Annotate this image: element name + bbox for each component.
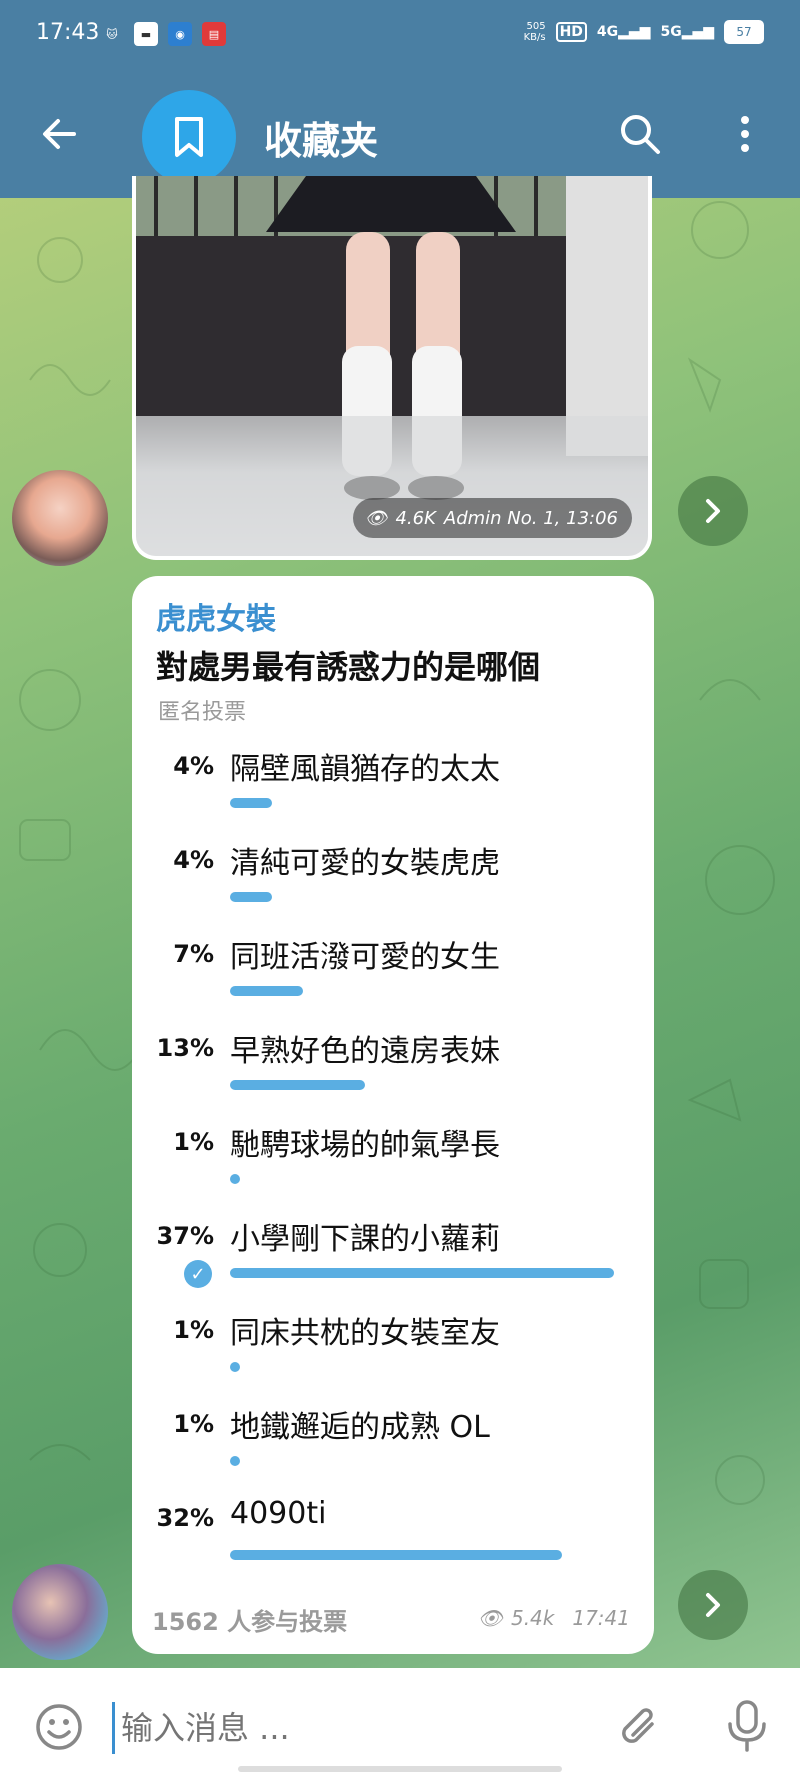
poll-meta: 👁 5.4k 17:41 xyxy=(478,1606,630,1630)
poll-option-text: 早熟好色的遠房表妹 xyxy=(230,1034,500,1069)
network-speed: 505 KB/s xyxy=(524,21,546,43)
poll-views: 5.4k xyxy=(510,1606,555,1630)
poll-option-bar xyxy=(230,1174,241,1184)
poll-option-percent: 4% xyxy=(173,752,214,780)
poll-option[interactable]: 1% 馳騁球場的帥氣學長 xyxy=(132,1118,654,1212)
poll-option-text: 馳騁球場的帥氣學長 xyxy=(230,1128,500,1163)
poll-vote-count[interactable]: 1562 人参与投票 xyxy=(152,1602,347,1637)
microphone-icon[interactable] xyxy=(724,1698,770,1754)
poll-author[interactable]: 虎虎女裝 xyxy=(156,594,276,638)
5g-signal-icon: 5G▂▄▆ xyxy=(660,24,714,40)
network-speed-unit: KB/s xyxy=(523,32,546,43)
network-speed-value: 505 xyxy=(526,21,546,32)
poll-option-bar xyxy=(230,1268,614,1278)
photo-views: 4.6K xyxy=(395,507,436,529)
poll-option-text: 地鐵邂逅的成熟 OL xyxy=(230,1410,490,1445)
poll-option-text: 小學剛下課的小蘿莉 xyxy=(230,1222,500,1257)
chevron-right-icon xyxy=(706,1593,720,1617)
chevron-right-icon xyxy=(706,499,720,523)
poll-option[interactable]: 1% 同床共枕的女裝室友 xyxy=(132,1306,654,1400)
forward-button[interactable] xyxy=(678,476,748,546)
5g-label: 5G xyxy=(660,24,682,40)
eye-icon: 👁 xyxy=(477,1606,503,1630)
poll-option[interactable]: 4% 隔壁風韻猶存的太太 xyxy=(132,742,654,836)
chat-title[interactable]: 收藏夹 xyxy=(264,110,378,165)
message-input-bar xyxy=(0,1668,800,1778)
check-icon: ✓ xyxy=(184,1260,212,1288)
poll-option-text: 清純可愛的女裝虎虎 xyxy=(230,846,500,881)
poll-option-bar xyxy=(230,1362,241,1372)
bookmark-icon xyxy=(175,117,203,157)
poll-option-text: 同床共枕的女裝室友 xyxy=(230,1316,500,1351)
poll-option-percent: 1% xyxy=(173,1128,214,1156)
app-notification-icon: ▬ xyxy=(134,22,158,46)
photo-author-time: Admin No. 1, 13:06 xyxy=(443,507,618,529)
poll-option[interactable]: 37% 小學剛下課的小蘿莉 ✓ xyxy=(132,1212,654,1306)
sender-avatar[interactable] xyxy=(12,470,108,566)
4g-label: 4G xyxy=(596,24,619,40)
battery-icon: 57 xyxy=(724,20,764,44)
4g-signal-icon: 4G▂▄▆ xyxy=(596,24,651,40)
hd-icon: HD xyxy=(555,22,587,42)
poll-option-bar xyxy=(230,1080,365,1090)
poll-option-bar xyxy=(230,1550,563,1560)
poll-option-percent: 13% xyxy=(156,1034,214,1062)
poll-option-percent: 1% xyxy=(173,1316,214,1344)
poll-question: 對處男最有誘惑力的是哪個 xyxy=(156,648,541,686)
forward-button[interactable] xyxy=(678,1570,748,1640)
status-bar: 17:43 🐱 ▬ ◉ ▤ 505 KB/s HD 4G▂▄▆ 5G▂▄▆ 57 xyxy=(0,0,800,70)
eye-icon: 👁 xyxy=(364,507,388,529)
poll-option-percent: 32% xyxy=(156,1504,214,1532)
back-arrow-icon[interactable] xyxy=(38,112,82,156)
emoji-icon[interactable] xyxy=(34,1702,84,1752)
status-time: 17:43 xyxy=(36,20,100,45)
poll-option-percent: 37% xyxy=(156,1222,214,1250)
poll-type: 匿名投票 xyxy=(158,700,247,725)
cat-app-icon: 🐱 xyxy=(106,27,118,41)
notification-icons: 🐱 ▬ ◉ ▤ xyxy=(100,22,226,46)
poll-option[interactable]: 4% 清純可愛的女裝虎虎 xyxy=(132,836,654,930)
poll-option-text: 同班活潑可愛的女生 xyxy=(230,940,500,975)
poll-option-bar xyxy=(230,1456,241,1466)
poll-option-text: 隔壁風韻猶存的太太 xyxy=(230,752,500,787)
poll-option[interactable]: 1% 地鐵邂逅的成熟 OL xyxy=(132,1400,654,1494)
poll-option-bar xyxy=(230,798,272,808)
home-indicator xyxy=(238,1766,562,1772)
poll-option[interactable]: 13% 早熟好色的遠房表妹 xyxy=(132,1024,654,1118)
photo-meta: 👁 4.6K Admin No. 1, 13:06 xyxy=(352,498,632,538)
hotspot-icon: ◉ xyxy=(168,22,192,46)
poll-option-text: 4090ti xyxy=(230,1496,327,1531)
red-app-icon: ▤ xyxy=(202,22,226,46)
photo-image[interactable]: 👁 4.6K Admin No. 1, 13:06 xyxy=(136,176,648,556)
poll-option-percent: 7% xyxy=(173,940,214,968)
poll-option-bar xyxy=(230,892,272,902)
saved-messages-avatar[interactable] xyxy=(142,90,236,184)
status-indicators: 505 KB/s HD 4G▂▄▆ 5G▂▄▆ 57 xyxy=(524,20,764,44)
poll-option[interactable]: 7% 同班活潑可愛的女生 xyxy=(132,930,654,1024)
poll-option-percent: 1% xyxy=(173,1410,214,1438)
search-icon[interactable] xyxy=(616,110,664,158)
poll-option-percent: 4% xyxy=(173,846,214,874)
photo-message-bubble[interactable]: 👁 4.6K Admin No. 1, 13:06 xyxy=(132,176,652,560)
poll-option-bar xyxy=(230,986,303,996)
poll-time: 17:41 xyxy=(572,1606,630,1630)
paperclip-icon[interactable] xyxy=(616,1702,664,1752)
sender-avatar[interactable] xyxy=(12,1564,108,1660)
more-vertical-icon[interactable] xyxy=(730,110,760,158)
message-input[interactable] xyxy=(112,1702,603,1754)
poll-option[interactable]: 32% 4090ti xyxy=(132,1494,654,1588)
poll-message-bubble: 虎虎女裝 對處男最有誘惑力的是哪個 匿名投票 4% 隔壁風韻猶存的太太 4% 清純可愛… xyxy=(132,576,654,1654)
